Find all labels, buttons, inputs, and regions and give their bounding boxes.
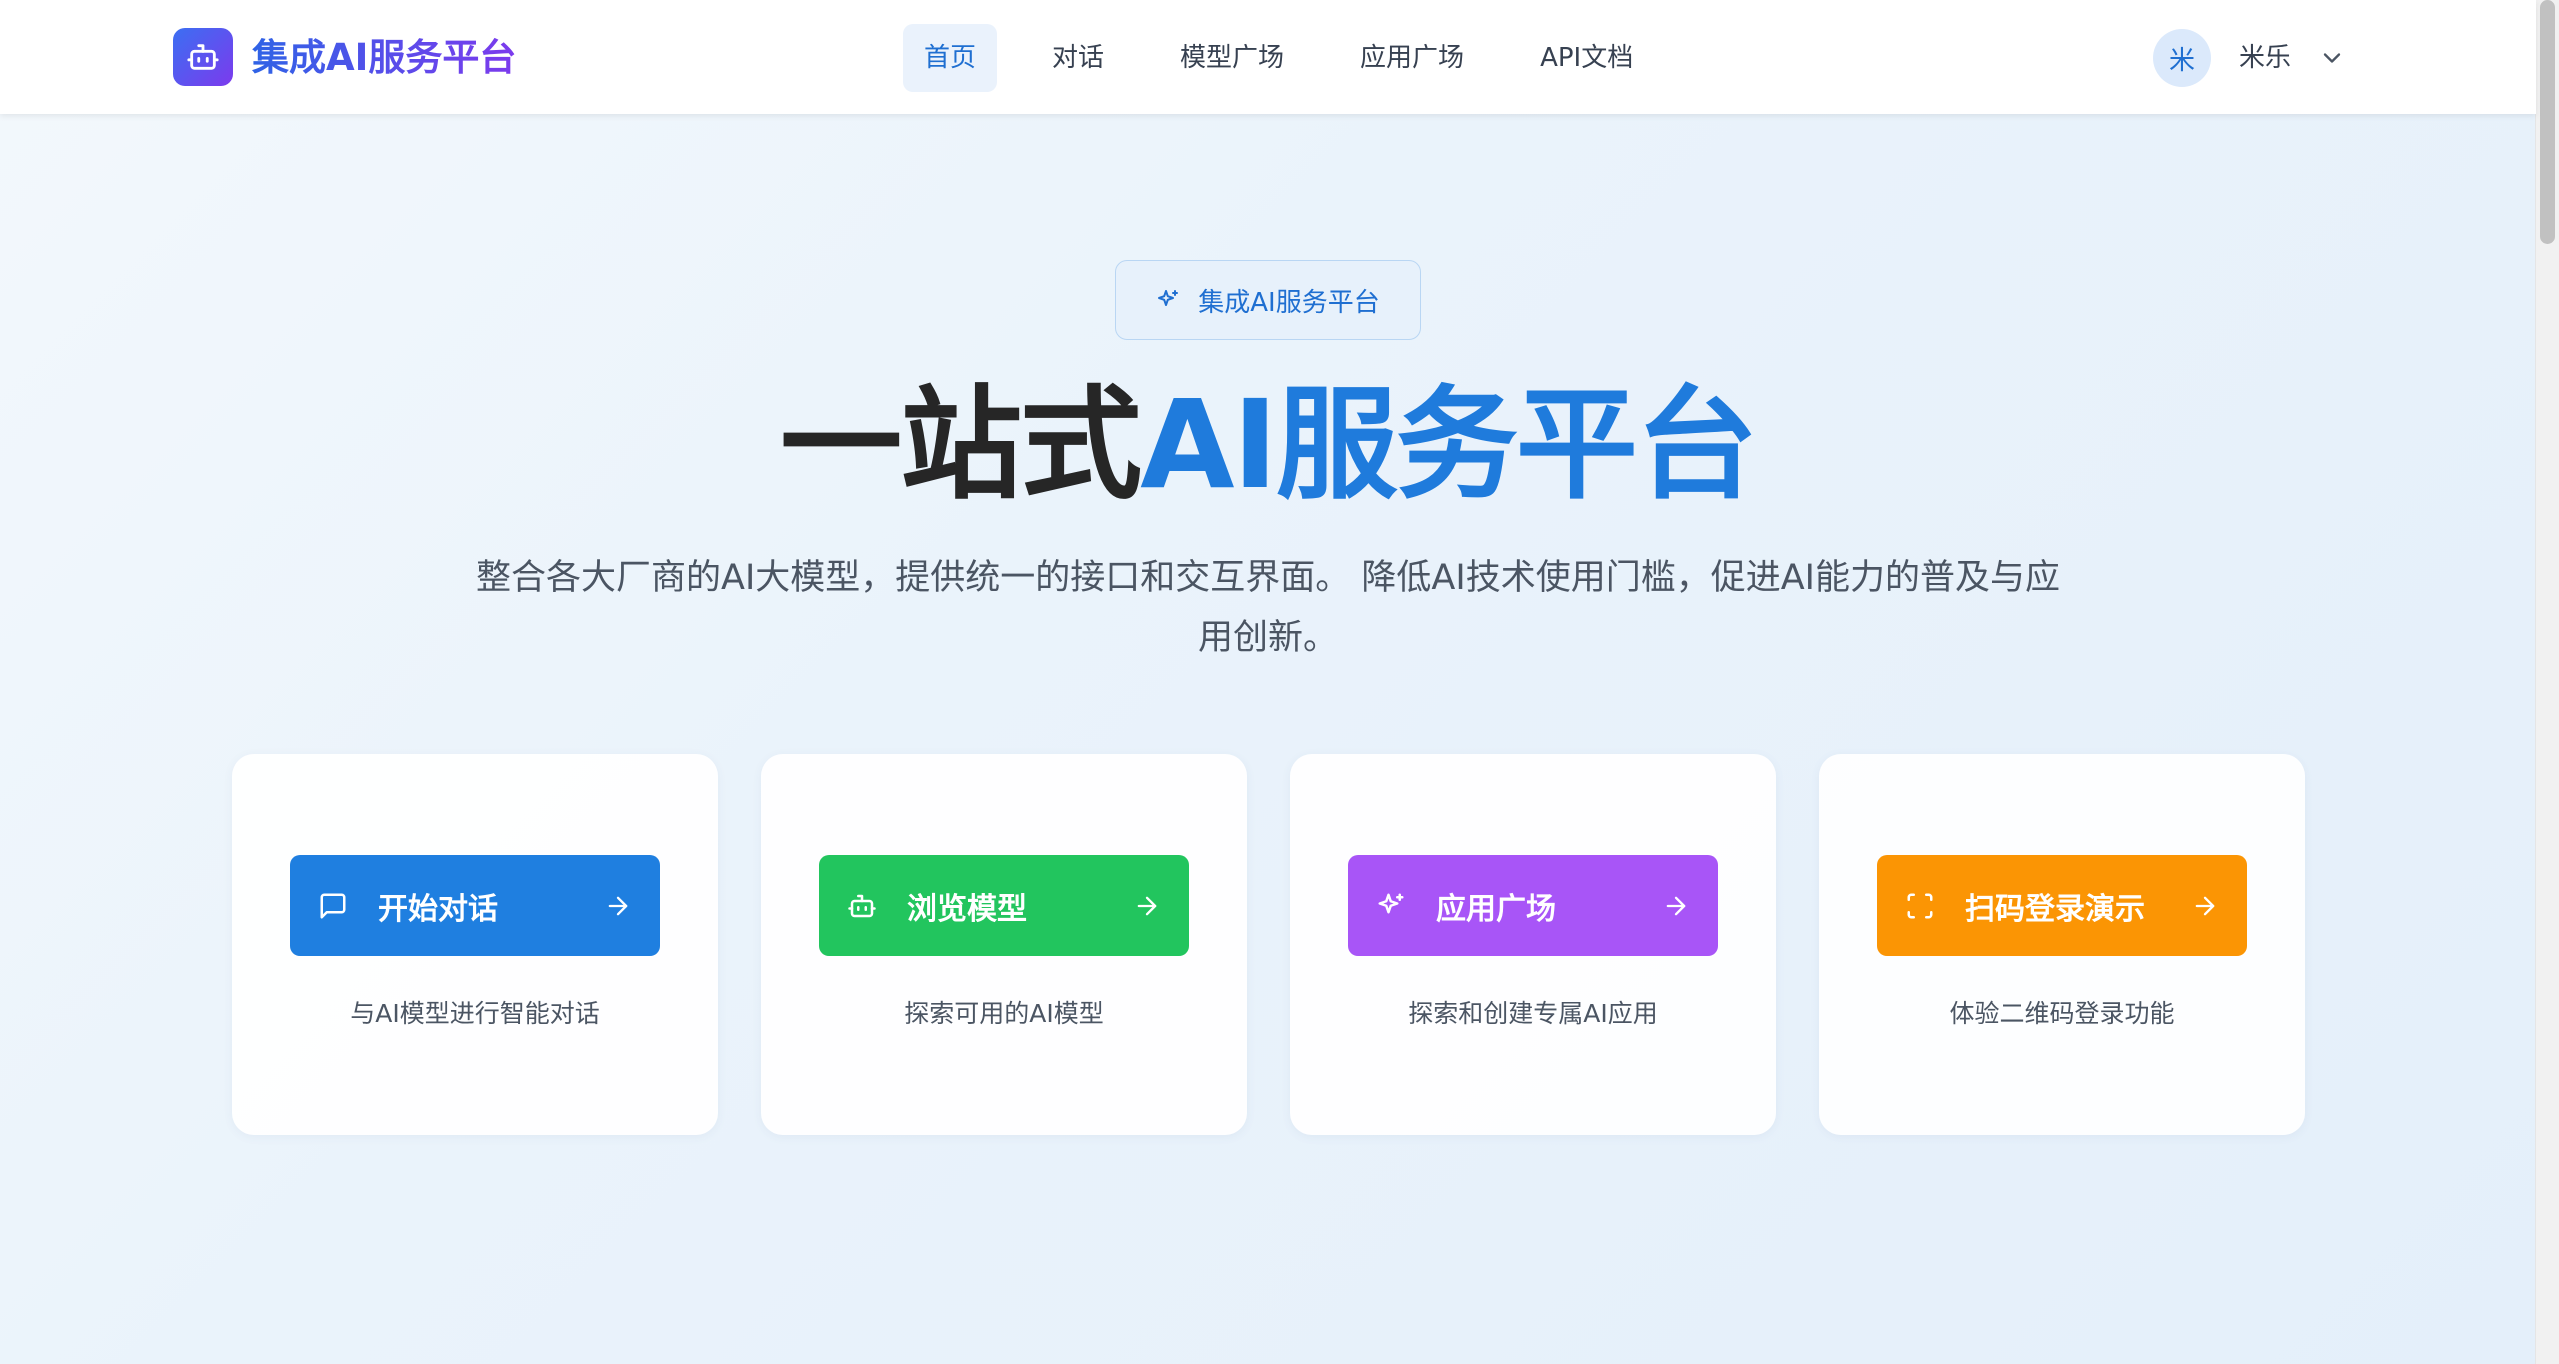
nav-item-home[interactable]: 首页	[903, 24, 998, 92]
hero-badge-text: 集成AI服务平台	[1198, 287, 1380, 318]
start-chat-button[interactable]: 开始对话	[290, 855, 660, 956]
nav-item-models[interactable]: 模型广场	[1159, 24, 1305, 92]
title-dark-part: 一站式	[780, 374, 1142, 516]
app-square-label: 应用广场	[1436, 891, 1556, 927]
robot-icon	[848, 894, 876, 917]
arrow-right-icon	[1137, 896, 1157, 915]
robot-icon	[187, 44, 219, 70]
chevron-down-icon[interactable]	[2318, 44, 2346, 72]
nav-item-chat[interactable]: 对话	[1031, 24, 1125, 92]
nav-item-api-docs[interactable]: API文档	[1519, 24, 1654, 92]
hero-badge: 集成AI服务平台	[1115, 260, 1421, 340]
app-square-button[interactable]: 应用广场	[1348, 855, 1718, 956]
page-scrollbar[interactable]	[2535, 0, 2559, 1364]
hero-description: 整合各大厂商的AI大模型，提供统一的接口和交互界面。 降低AI技术使用门槛，促进…	[476, 558, 2060, 658]
qr-login-demo-button[interactable]: 扫码登录演示	[1877, 855, 2247, 956]
user-name[interactable]: 米乐	[2239, 36, 2291, 80]
card-description: 体验二维码登录功能	[1949, 999, 2175, 1028]
title-blue-part: AI服务平台	[1140, 374, 1758, 516]
sparkles-icon	[1378, 893, 1404, 913]
start-chat-label: 开始对话	[378, 891, 498, 927]
avatar[interactable]: 米	[2153, 29, 2211, 87]
scan-icon	[1907, 893, 1933, 918]
card-app-square: 应用广场 探索和创建专属AI应用	[1290, 754, 1776, 1135]
arrow-right-icon	[608, 896, 628, 915]
card-description: 与AI模型进行智能对话	[350, 999, 600, 1028]
browse-models-label: 浏览模型	[907, 891, 1027, 927]
qr-login-demo-label: 扫码登录演示	[1965, 891, 2145, 927]
card-description: 探索和创建专属AI应用	[1408, 999, 1658, 1028]
card-browse-models: 浏览模型 探索可用的AI模型	[761, 754, 1247, 1135]
browse-models-button[interactable]: 浏览模型	[819, 855, 1189, 956]
main-nav: 首页 对话 模型广场 应用广场 API文档	[903, 24, 1688, 92]
logo-text[interactable]: 集成AI服务平台	[252, 30, 516, 86]
card-start-chat: 开始对话 与AI模型进行智能对话	[232, 754, 718, 1135]
scrollbar-thumb[interactable]	[2540, 0, 2555, 244]
top-navbar: 集成AI服务平台 首页 对话 模型广场 应用广场 API文档 米 米乐	[0, 0, 2536, 114]
chat-icon	[320, 893, 346, 918]
arrow-right-icon	[1666, 896, 1686, 915]
sparkles-icon	[1158, 290, 1179, 306]
logo-icon[interactable]	[173, 28, 233, 86]
page-title: 一站式AI服务平台	[0, 370, 2536, 520]
card-description: 探索可用的AI模型	[904, 999, 1104, 1028]
card-qr-login: 扫码登录演示 体验二维码登录功能	[1819, 754, 2305, 1135]
arrow-right-icon	[2195, 896, 2215, 915]
nav-item-apps[interactable]: 应用广场	[1339, 24, 1485, 92]
